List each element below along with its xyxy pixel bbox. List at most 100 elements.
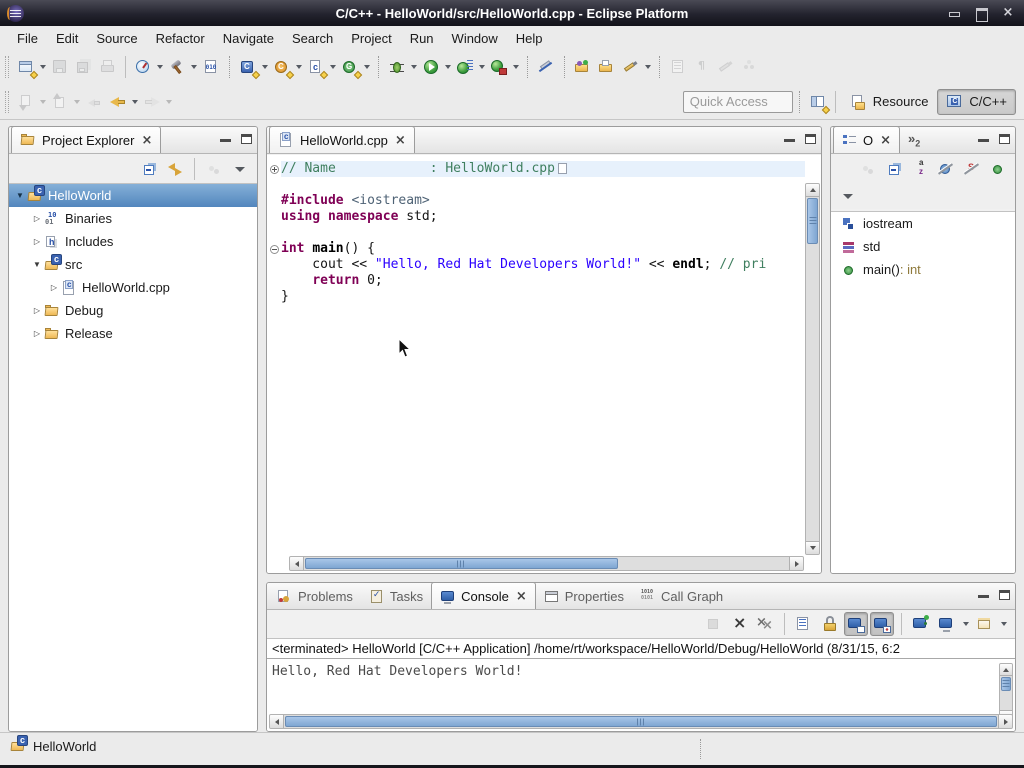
menu-run[interactable]: Run	[401, 28, 443, 49]
build-dropdown[interactable]	[189, 55, 199, 79]
maximize-editor-icon[interactable]	[805, 134, 816, 144]
editor-hscroll-thumb[interactable]	[305, 558, 618, 569]
remove-all-button[interactable]	[753, 612, 777, 636]
console-vscroll-thumb[interactable]	[1001, 677, 1011, 691]
scroll-lock-button[interactable]	[818, 612, 842, 636]
menu-file[interactable]: File	[8, 28, 47, 49]
close-window-icon[interactable]: ×	[1002, 7, 1014, 19]
open-console-dropdown[interactable]	[999, 612, 1009, 636]
tree-item-helloworld[interactable]: ▼HelloWorld	[9, 184, 257, 207]
profile-button[interactable]	[131, 55, 155, 79]
maximize-outline-icon[interactable]	[999, 134, 1010, 144]
outline-item-iostream[interactable]: iostream	[831, 212, 1015, 235]
view-menu-button[interactable]	[228, 157, 252, 181]
menu-search[interactable]: Search	[283, 28, 342, 49]
editor-vscroll-thumb[interactable]	[807, 198, 818, 244]
clear-button[interactable]	[792, 612, 816, 636]
menu-window[interactable]: Window	[443, 28, 507, 49]
close-console-tab-icon[interactable]	[514, 588, 527, 604]
new-c-file-button[interactable]	[304, 55, 328, 79]
run-config-dropdown[interactable]	[477, 55, 487, 79]
external-tools-button[interactable]	[487, 55, 511, 79]
console-scroll-left-button[interactable]	[270, 715, 284, 728]
menu-project[interactable]: Project	[342, 28, 400, 49]
new-wizard-button[interactable]	[14, 55, 38, 79]
open-console-button[interactable]	[973, 612, 997, 636]
scroll-down-button[interactable]	[806, 541, 819, 554]
display-console-button[interactable]	[935, 612, 959, 636]
stderr-button[interactable]	[870, 612, 894, 636]
tree-item-includes[interactable]: ▷Includes	[9, 230, 257, 253]
open-element-button[interactable]	[571, 55, 595, 79]
tab-call-graph[interactable]: Call Graph	[632, 583, 731, 609]
tree-item-release[interactable]: ▷Release	[9, 322, 257, 345]
new-cpp-class-button[interactable]	[270, 55, 294, 79]
external-tools-dropdown[interactable]	[511, 55, 521, 79]
close-editor-tab-icon[interactable]	[393, 132, 406, 148]
toolbar-drag-handle[interactable]	[5, 56, 9, 78]
link-editor-button[interactable]	[163, 157, 187, 181]
console-output[interactable]: Hello, Red Hat Developers World!	[267, 661, 997, 711]
run-config-button[interactable]	[453, 55, 477, 79]
tab-console[interactable]: Console	[431, 582, 536, 609]
maximize-window-icon[interactable]	[975, 7, 987, 19]
profile-dropdown[interactable]	[155, 55, 165, 79]
minimize-console-icon[interactable]	[978, 593, 989, 598]
tree-item-helloworld-cpp[interactable]: ▷HelloWorld.cpp	[9, 276, 257, 299]
highlight-dropdown[interactable]	[643, 55, 653, 79]
back-button[interactable]	[106, 90, 130, 114]
editor-horizontal-scrollbar[interactable]	[289, 556, 804, 571]
menu-refactor[interactable]: Refactor	[147, 28, 214, 49]
nav-toolbar-drag-handle[interactable]	[5, 91, 9, 113]
minimize-window-icon[interactable]	[948, 7, 960, 19]
view-menu-button[interactable]	[836, 184, 860, 208]
collapse-all-button[interactable]	[882, 157, 906, 181]
tab-tasks[interactable]: Tasks	[361, 583, 431, 609]
pin-console-button[interactable]	[909, 612, 933, 636]
debug-dropdown[interactable]	[409, 55, 419, 79]
run-button[interactable]	[419, 55, 443, 79]
scroll-left-button[interactable]	[290, 557, 304, 570]
tree-item-debug[interactable]: ▷Debug	[9, 299, 257, 322]
hide-nonpublic-button[interactable]	[986, 157, 1010, 181]
maximize-console-icon[interactable]	[999, 590, 1010, 600]
stdout-button[interactable]	[844, 612, 868, 636]
expand-arrow-icon[interactable]: ▷	[30, 329, 44, 338]
display-console-dropdown[interactable]	[961, 612, 971, 636]
new-c-project-button[interactable]	[236, 55, 260, 79]
mark-occurrences-button[interactable]	[534, 55, 558, 79]
scroll-up-button[interactable]	[806, 184, 819, 197]
back-dropdown[interactable]	[130, 90, 140, 114]
highlight-button[interactable]	[619, 55, 643, 79]
tab-project-explorer[interactable]: Project Explorer	[11, 126, 161, 153]
console-hscroll-thumb[interactable]	[285, 716, 997, 727]
hide-static-button[interactable]	[960, 157, 984, 181]
minimize-view-icon[interactable]	[220, 137, 231, 142]
fold-gutter[interactable]	[267, 161, 281, 177]
remove-button[interactable]	[727, 612, 751, 636]
scroll-right-button[interactable]	[789, 557, 803, 570]
fold-gutter[interactable]	[267, 241, 281, 257]
new-target-dropdown[interactable]	[362, 55, 372, 79]
tab-problems[interactable]: Problems	[269, 583, 361, 609]
tab-more-views[interactable]: »2	[900, 127, 928, 153]
expand-arrow-icon[interactable]: ▷	[30, 214, 44, 223]
open-resource-button[interactable]	[595, 55, 619, 79]
tree-item-binaries[interactable]: ▷Binaries	[9, 207, 257, 230]
menu-help[interactable]: Help	[507, 28, 552, 49]
menu-navigate[interactable]: Navigate	[214, 28, 283, 49]
outline-item-main-[interactable]: main() : int	[831, 258, 1015, 281]
console-horizontal-scrollbar[interactable]	[269, 714, 1013, 729]
code-editor[interactable]: // Name : HelloWorld.cpp#include <iostre…	[267, 155, 821, 573]
console-scroll-right-button[interactable]	[998, 715, 1012, 728]
outline-item-std[interactable]: std	[831, 235, 1015, 258]
new-cpp-class-dropdown[interactable]	[294, 55, 304, 79]
tree-item-src[interactable]: ▼src	[9, 253, 257, 276]
editor-vertical-scrollbar[interactable]	[805, 183, 820, 555]
tab-properties[interactable]: Properties	[536, 583, 632, 609]
minimize-outline-icon[interactable]	[978, 137, 989, 142]
build-button[interactable]	[165, 55, 189, 79]
maximize-view-icon[interactable]	[241, 134, 252, 144]
fold-collapse-icon[interactable]	[270, 245, 279, 254]
collapse-all-button[interactable]	[137, 157, 161, 181]
